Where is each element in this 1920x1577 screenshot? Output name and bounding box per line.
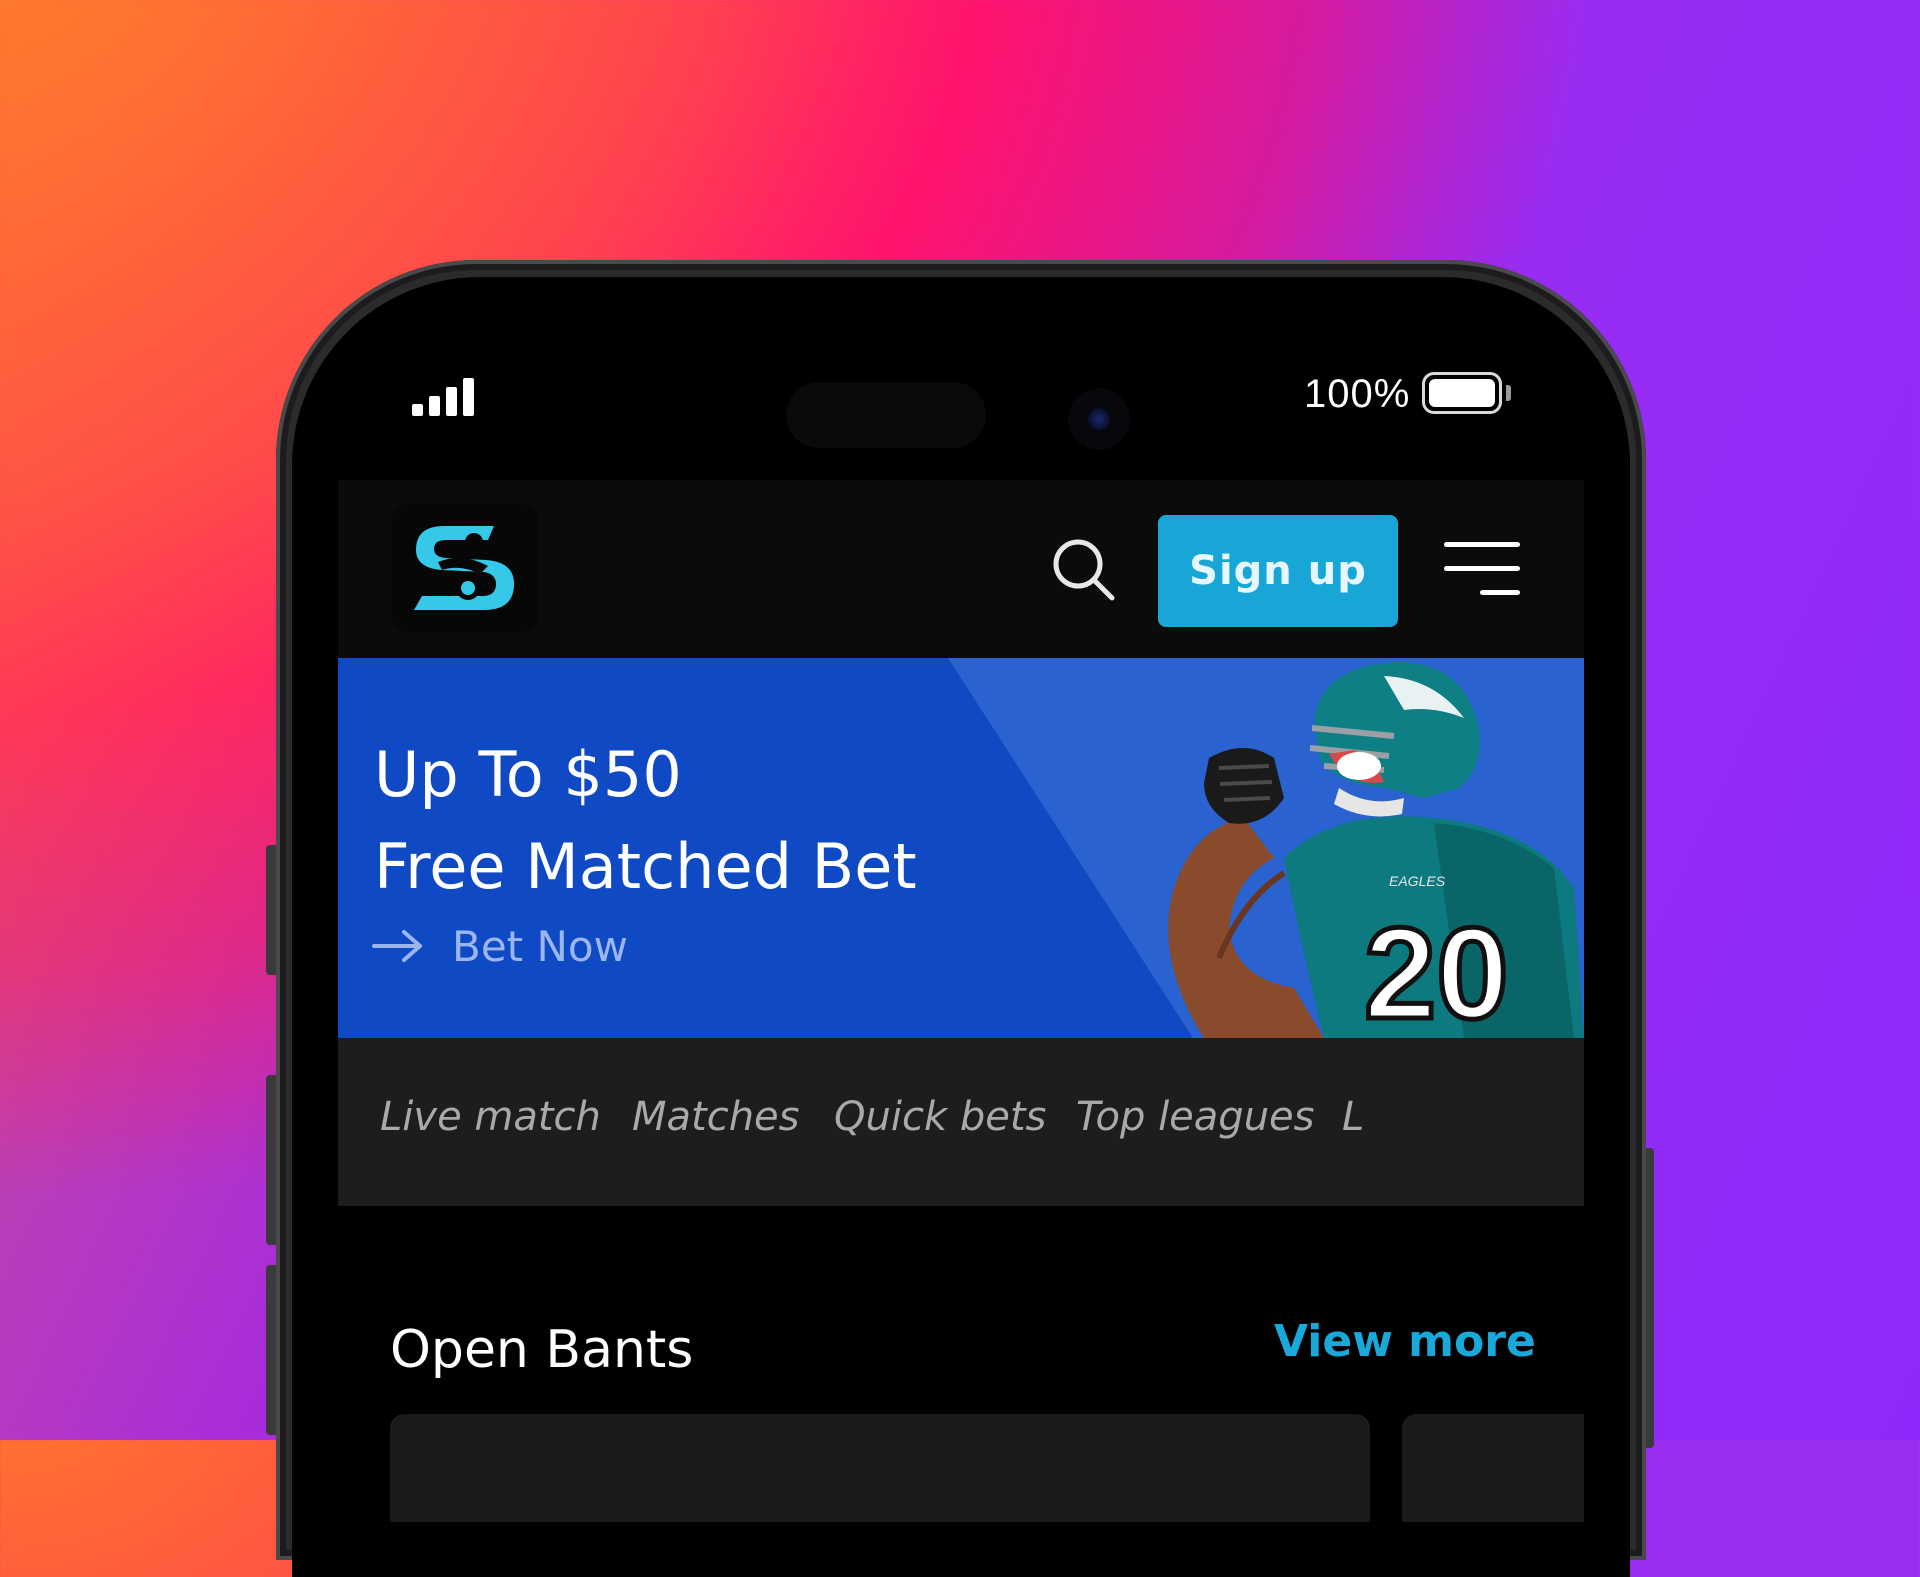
dynamic-island: [786, 382, 986, 448]
bant-card[interactable]: [1402, 1414, 1584, 1522]
signal-strength-icon: [412, 376, 482, 416]
jersey-brand: EAGLES: [1389, 873, 1446, 889]
football-player-image: 20 EAGLES: [1168, 661, 1584, 1038]
hamburger-menu-icon[interactable]: [1444, 542, 1520, 598]
battery-percentage: 100%: [1304, 372, 1411, 416]
app-header: Sign up: [338, 480, 1584, 658]
open-bants-title: Open Bants: [390, 1320, 694, 1380]
promo-headline-line1: Up To $50: [374, 738, 682, 811]
logo-s-player-icon[interactable]: [392, 504, 538, 632]
front-camera: [1068, 388, 1130, 450]
status-bar: 100%: [338, 322, 1584, 480]
category-tabs: Live match Matches Quick bets Top league…: [338, 1038, 1584, 1206]
tab-top-leagues[interactable]: Top leagues: [1076, 1094, 1315, 1140]
tab-quick-bets[interactable]: Quick bets: [834, 1094, 1046, 1140]
search-icon[interactable]: [1048, 534, 1120, 606]
tab-live-match[interactable]: Live match: [380, 1094, 601, 1140]
phone-screen: 100% Sign up Up To $50 Free Matched Bet …: [338, 322, 1584, 1522]
battery-icon: [1422, 372, 1502, 414]
bet-now-link[interactable]: Bet Now: [372, 918, 628, 974]
bet-now-label: Bet Now: [452, 921, 628, 971]
arrow-right-icon: [372, 930, 422, 962]
promo-headline-line2: Free Matched Bet: [374, 830, 917, 903]
tab-matches[interactable]: Matches: [632, 1094, 800, 1140]
view-more-link[interactable]: View more: [1274, 1316, 1536, 1367]
promo-banner[interactable]: Up To $50 Free Matched Bet Bet Now 20 EA…: [338, 658, 1584, 1038]
battery-tip: [1506, 385, 1511, 401]
bant-card[interactable]: [390, 1414, 1370, 1522]
tab-overflow[interactable]: L: [1342, 1094, 1364, 1140]
jersey-number: 20: [1364, 900, 1509, 1038]
sign-up-button[interactable]: Sign up: [1158, 515, 1398, 627]
